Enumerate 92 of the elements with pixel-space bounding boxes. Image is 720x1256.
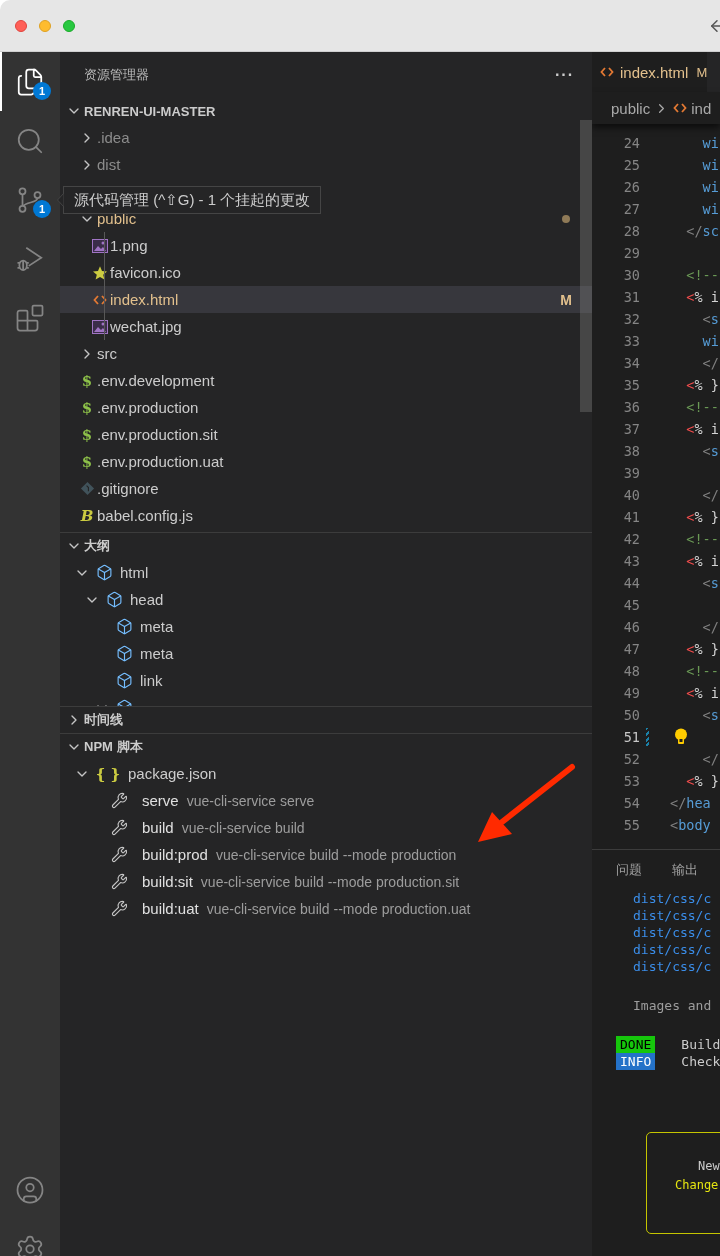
dollar-icon: $ — [81, 425, 93, 444]
output-text: Images and — [633, 998, 712, 1013]
script-command: vue-cli-service build --mode production — [215, 846, 457, 863]
output-text: dist/css/c — [633, 959, 712, 974]
code-line: <!-- — [685, 531, 719, 547]
line-number: 52 — [622, 751, 640, 767]
line-number: 39 — [622, 465, 640, 481]
line-number: 46 — [622, 619, 640, 635]
line-number: 35 — [622, 377, 640, 393]
count-badge: 1 — [33, 200, 51, 218]
code-line: </sc — [685, 223, 719, 239]
output-text: dist/css/c — [633, 925, 712, 940]
code-line: <s — [701, 707, 719, 723]
code-line: wi — [701, 333, 719, 349]
line-number: 50 — [622, 707, 640, 723]
output-text: Check — [681, 1054, 720, 1069]
output-text: dist/css/c — [633, 942, 712, 957]
line-number: 32 — [622, 311, 640, 327]
line-number: 25 — [622, 157, 640, 173]
script-command: vue-cli-service serve — [186, 792, 315, 809]
output-text: dist/css/c — [633, 908, 712, 923]
line-number: 29 — [622, 245, 640, 261]
line-number: 37 — [622, 421, 640, 437]
script-name: serve — [142, 792, 179, 809]
sidebar-title: 资源管理器 — [84, 65, 149, 84]
code-line: <!-- — [685, 267, 719, 283]
code-line: <% i — [685, 685, 719, 701]
line-number: 26 — [622, 179, 640, 195]
line-number: 31 — [622, 289, 640, 305]
dollar-icon: $ — [81, 452, 93, 471]
log-level-badge: DONE — [616, 1036, 656, 1053]
code-line: <% } — [685, 641, 719, 657]
code-line: <% } — [685, 509, 719, 525]
line-number: 42 — [622, 531, 640, 547]
code-line: </ — [701, 487, 719, 503]
braces-icon: { } — [95, 764, 121, 783]
code-line: <!-- — [685, 399, 719, 415]
code-line: <s — [701, 575, 719, 591]
line-number: 51 — [622, 729, 640, 745]
code-line: <% i — [685, 421, 719, 437]
line-number: 41 — [622, 509, 640, 525]
line-number: 33 — [622, 333, 640, 349]
code-line: </hea — [670, 795, 711, 811]
code-line: <% i — [685, 553, 719, 569]
code-line: wi — [701, 201, 719, 217]
letter-b-icon: B — [80, 506, 94, 525]
code-line: <body — [670, 817, 711, 833]
line-number: 49 — [622, 685, 640, 701]
line-number: 54 — [622, 795, 640, 811]
code-line: wi — [701, 157, 719, 173]
line-number: 30 — [622, 267, 640, 283]
code-line: <% i — [685, 289, 719, 305]
line-number: 28 — [622, 223, 640, 239]
code-line: </ — [701, 619, 719, 635]
line-number: 47 — [622, 641, 640, 657]
line-number: 24 — [622, 135, 640, 151]
line-number: 27 — [622, 201, 640, 217]
line-number: 45 — [622, 597, 640, 613]
script-name: build:sit — [142, 873, 193, 890]
line-number: 48 — [622, 663, 640, 679]
line-number: 44 — [622, 575, 640, 591]
git-status: M — [560, 291, 572, 308]
line-number: 34 — [622, 355, 640, 371]
line-number: 43 — [622, 553, 640, 569]
line-number: 40 — [622, 487, 640, 503]
log-level-badge: INFO — [616, 1053, 656, 1070]
code-line: </ — [701, 751, 719, 767]
line-number: 55 — [622, 817, 640, 833]
script-command: vue-cli-service build — [181, 819, 305, 836]
code-line: <s — [701, 311, 719, 327]
count-badge: 1 — [33, 82, 51, 100]
script-name: build — [142, 819, 174, 836]
notice-text: Change — [675, 1178, 719, 1192]
dollar-icon: $ — [81, 398, 93, 417]
dollar-icon: $ — [81, 371, 93, 390]
line-number: 36 — [622, 399, 640, 415]
line-number: 38 — [622, 443, 640, 459]
code-line: wi — [701, 179, 719, 195]
line-number: 53 — [622, 773, 640, 789]
script-command: vue-cli-service build --mode production.sit — [200, 873, 460, 890]
script-name: build:prod — [142, 846, 208, 863]
code-line: <% } — [685, 377, 719, 393]
script-name: build:uat — [142, 900, 199, 917]
notice-text: New — [698, 1159, 720, 1173]
output-text: dist/css/c — [633, 891, 712, 906]
code-line: </ — [701, 355, 719, 371]
script-command: vue-cli-service build --mode production.uat — [206, 900, 471, 917]
code-line: wi — [701, 135, 719, 151]
code-line: <s — [701, 443, 719, 459]
code-line: <!-- — [685, 663, 719, 679]
output-text: Build — [681, 1037, 720, 1052]
code-line: <% } — [685, 773, 719, 789]
